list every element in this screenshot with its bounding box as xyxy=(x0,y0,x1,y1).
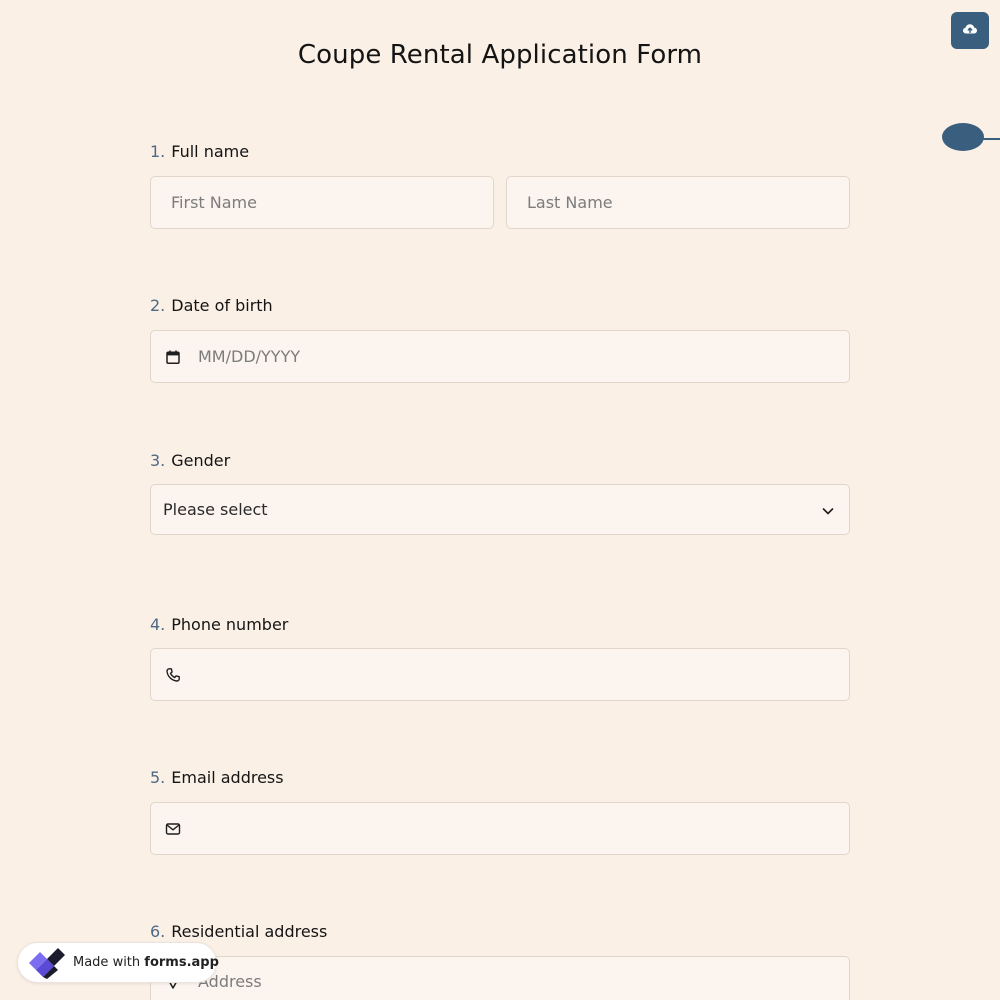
question-number: 3. xyxy=(150,451,166,470)
question-number: 4. xyxy=(150,615,166,634)
first-name-placeholder: First Name xyxy=(171,193,257,212)
address-input[interactable]: Address xyxy=(150,956,850,1000)
question-gender: 3. Gender xyxy=(150,451,850,471)
question-full-name: 1. Full name xyxy=(150,142,850,162)
question-text: Date of birth xyxy=(171,296,273,315)
question-text: Email address xyxy=(171,768,284,787)
date-of-birth-input[interactable]: MM/DD/YYYY xyxy=(150,330,850,383)
page-title: Coupe Rental Application Form xyxy=(297,40,703,70)
question-phone-number: 4. Phone number xyxy=(150,615,850,635)
question-residential-address: 6. Residential address xyxy=(150,922,850,942)
question-label: 1. Full name xyxy=(150,142,850,162)
question-number: 5. xyxy=(150,768,166,787)
last-name-input[interactable]: Last Name xyxy=(506,176,850,229)
question-email-address: 5. Email address xyxy=(150,768,850,788)
question-label: 2. Date of birth xyxy=(150,296,850,316)
email-input[interactable] xyxy=(150,802,850,855)
question-text: Phone number xyxy=(171,615,289,634)
chevron-down-icon[interactable] xyxy=(821,503,835,517)
gender-selected-value: Please select xyxy=(163,500,268,519)
cloud-upload-icon xyxy=(962,21,978,41)
question-number: 1. xyxy=(150,142,166,161)
upload-button[interactable] xyxy=(951,12,989,49)
last-name-placeholder: Last Name xyxy=(527,193,613,212)
mail-icon xyxy=(165,821,181,837)
gender-select[interactable]: Please select xyxy=(150,484,850,535)
badge-prefix: Made with xyxy=(73,955,141,970)
question-label: 6. Residential address xyxy=(150,922,850,942)
form-page: Coupe Rental Application Form 1. Full nam… xyxy=(0,0,1000,1000)
question-number: 2. xyxy=(150,296,166,315)
question-text: Full name xyxy=(171,142,250,161)
question-number: 6. xyxy=(150,922,166,941)
phone-icon xyxy=(165,667,181,683)
question-text: Residential address xyxy=(171,922,328,941)
first-name-input[interactable]: First Name xyxy=(150,176,494,229)
phone-input[interactable] xyxy=(150,648,850,701)
forms-app-logo-icon xyxy=(27,946,67,980)
question-text: Gender xyxy=(171,451,231,470)
question-label: 5. Email address xyxy=(150,768,850,788)
date-placeholder: MM/DD/YYYY xyxy=(198,347,301,366)
decorative-shape xyxy=(942,123,984,151)
made-with-forms-app-badge[interactable]: Made with forms.app xyxy=(17,942,219,983)
question-label: 4. Phone number xyxy=(150,615,850,635)
decorative-line xyxy=(982,138,1000,140)
question-label: 3. Gender xyxy=(150,451,850,471)
calendar-icon[interactable] xyxy=(165,349,181,365)
question-date-of-birth: 2. Date of birth xyxy=(150,296,850,316)
badge-brand: forms.app xyxy=(144,955,219,970)
